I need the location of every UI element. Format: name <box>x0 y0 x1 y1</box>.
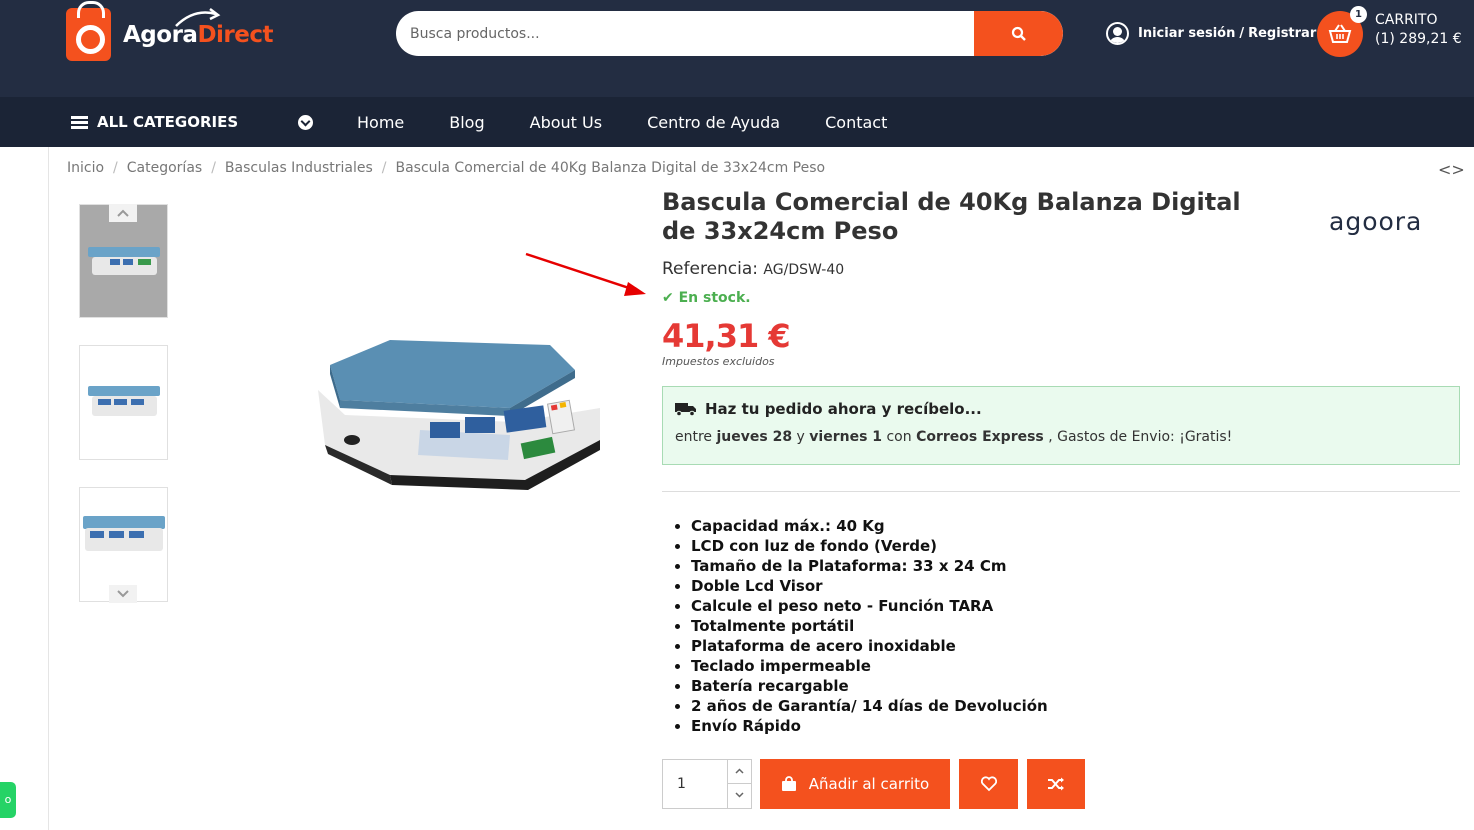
delivery-heading-text: Haz tu pedido ahora y recíbelo... <box>705 400 982 418</box>
thumbnail-scroll-up[interactable] <box>109 204 137 222</box>
chevron-down-icon <box>734 792 744 798</box>
delivery-details: entre jueves 28 y viernes 1 con Correos … <box>675 429 1233 445</box>
all-categories-button[interactable]: ALL CATEGORIES <box>71 97 238 147</box>
feature-item: Plataforma de acero inoxidable <box>691 636 1048 656</box>
nav-link-home[interactable]: Home <box>357 113 404 132</box>
nav-link-about-us[interactable]: About Us <box>530 113 602 132</box>
account-separator: / <box>1239 26 1245 41</box>
chevron-up-icon <box>734 768 744 774</box>
delivery-day1: jueves 28 <box>716 429 793 445</box>
reference-label: Referencia: <box>662 259 759 279</box>
main-nav: ALL CATEGORIES Home Blog About Us Centro… <box>0 97 1474 147</box>
product-main-image[interactable] <box>300 290 630 510</box>
check-icon: ✔ <box>662 290 674 306</box>
chat-widget-tab[interactable]: o <box>0 782 16 818</box>
compare-button[interactable] <box>1027 759 1085 809</box>
add-to-cart-button[interactable]: Añadir al carrito <box>760 759 950 809</box>
all-categories-label: ALL CATEGORIES <box>97 113 239 131</box>
scale-thumb-image <box>88 247 160 281</box>
feature-item: Tamaño de la Plataforma: 33 x 24 Cm <box>691 556 1048 576</box>
feature-item: Capacidad máx.: 40 Kg <box>691 516 1048 536</box>
divider <box>662 491 1460 492</box>
breadcrumb-categories[interactable]: Categorías <box>127 160 202 176</box>
list-icon <box>71 115 88 129</box>
scale-thumb-image <box>83 516 165 558</box>
feature-item: Totalmente portátil <box>691 616 1048 636</box>
stock-label: En stock. <box>678 290 751 306</box>
shopping-bag-icon <box>66 1 111 61</box>
quantity-decrease-button[interactable] <box>727 784 751 808</box>
left-divider <box>48 147 49 830</box>
wishlist-button[interactable] <box>959 759 1018 809</box>
tax-note: Impuestos excluidos <box>662 355 775 368</box>
feature-list: Capacidad máx.: 40 Kg LCD con luz de fon… <box>691 516 1048 736</box>
add-to-cart-label: Añadir al carrito <box>808 775 930 793</box>
product-price: 41,31 € <box>662 317 791 355</box>
feature-item: Doble Lcd Visor <box>691 576 1048 596</box>
shuffle-icon <box>1048 777 1064 791</box>
delivery-heading: Haz tu pedido ahora y recíbelo... <box>675 400 982 418</box>
product-title: Bascula Comercial de 40Kg Balanza Digita… <box>662 188 1241 245</box>
search-input[interactable] <box>396 11 974 56</box>
nav-link-blog[interactable]: Blog <box>449 113 484 132</box>
cart-title: CARRITO <box>1375 12 1438 28</box>
logo-arrow-icon <box>175 8 221 27</box>
thumbnail-scroll-down[interactable] <box>109 585 137 603</box>
stock-status: ✔ En stock. <box>662 290 751 306</box>
product-pager[interactable]: <> <box>1438 160 1465 179</box>
quantity-input[interactable]: 1 <box>662 759 728 809</box>
account-links: Iniciar sesión / Registrar <box>1106 22 1316 45</box>
breadcrumb-category[interactable]: Basculas Industriales <box>225 160 373 176</box>
feature-item: Teclado impermeable <box>691 656 1048 676</box>
delivery-day2: viernes 1 <box>809 429 883 445</box>
search-button[interactable] <box>974 11 1063 56</box>
search-bar <box>396 11 1063 56</box>
nav-link-contact[interactable]: Contact <box>825 113 887 132</box>
breadcrumb-home[interactable]: Inicio <box>67 160 104 176</box>
truck-icon <box>675 403 696 416</box>
register-link[interactable]: Registrar <box>1248 26 1316 41</box>
reference-value: AG/DSW-40 <box>763 262 845 278</box>
feature-item: Calcule el peso neto - Función TARA <box>691 596 1048 616</box>
chevron-down-icon[interactable] <box>298 115 313 130</box>
chevron-up-icon <box>117 209 129 217</box>
basket-icon <box>1328 24 1352 43</box>
thumbnail-2[interactable] <box>79 345 168 460</box>
breadcrumb-current: Bascula Comercial de 40Kg Balanza Digita… <box>395 160 826 176</box>
feature-item: 2 años de Garantía/ 14 días de Devolució… <box>691 696 1048 716</box>
chevron-down-icon <box>117 590 129 598</box>
delivery-info-box: Haz tu pedido ahora y recíbelo... entre … <box>662 386 1460 465</box>
shopping-bag-icon <box>781 776 796 791</box>
breadcrumb: Inicio / Categorías / Basculas Industria… <box>67 160 826 176</box>
heart-icon <box>980 776 997 792</box>
quantity-stepper <box>727 759 752 809</box>
search-icon <box>1011 26 1026 41</box>
feature-item: Envío Rápido <box>691 716 1048 736</box>
site-logo[interactable]: AgoraDirect <box>66 1 273 61</box>
brand-logo[interactable]: agoora <box>1329 207 1422 236</box>
cart-summary[interactable]: CARRITO (1) 289,21 € <box>1375 11 1462 49</box>
login-link[interactable]: Iniciar sesión <box>1138 26 1235 41</box>
annotation-arrow <box>525 252 646 296</box>
quantity-increase-button[interactable] <box>727 760 751 784</box>
feature-item: Batería recargable <box>691 676 1048 696</box>
user-icon <box>1106 22 1129 45</box>
nav-link-help-center[interactable]: Centro de Ayuda <box>647 113 780 132</box>
top-header: AgoraDirect Iniciar sesión / Registrar <box>0 0 1474 97</box>
scale-thumb-image <box>88 386 160 422</box>
feature-item: LCD con luz de fondo (Verde) <box>691 536 1048 556</box>
delivery-carrier: Correos Express <box>916 429 1044 445</box>
nav-links: Home Blog About Us Centro de Ayuda Conta… <box>357 97 932 147</box>
cart-count-badge: 1 <box>1350 6 1367 23</box>
product-reference: Referencia: AG/DSW-40 <box>662 259 844 279</box>
cart-total: (1) 289,21 € <box>1375 31 1462 47</box>
